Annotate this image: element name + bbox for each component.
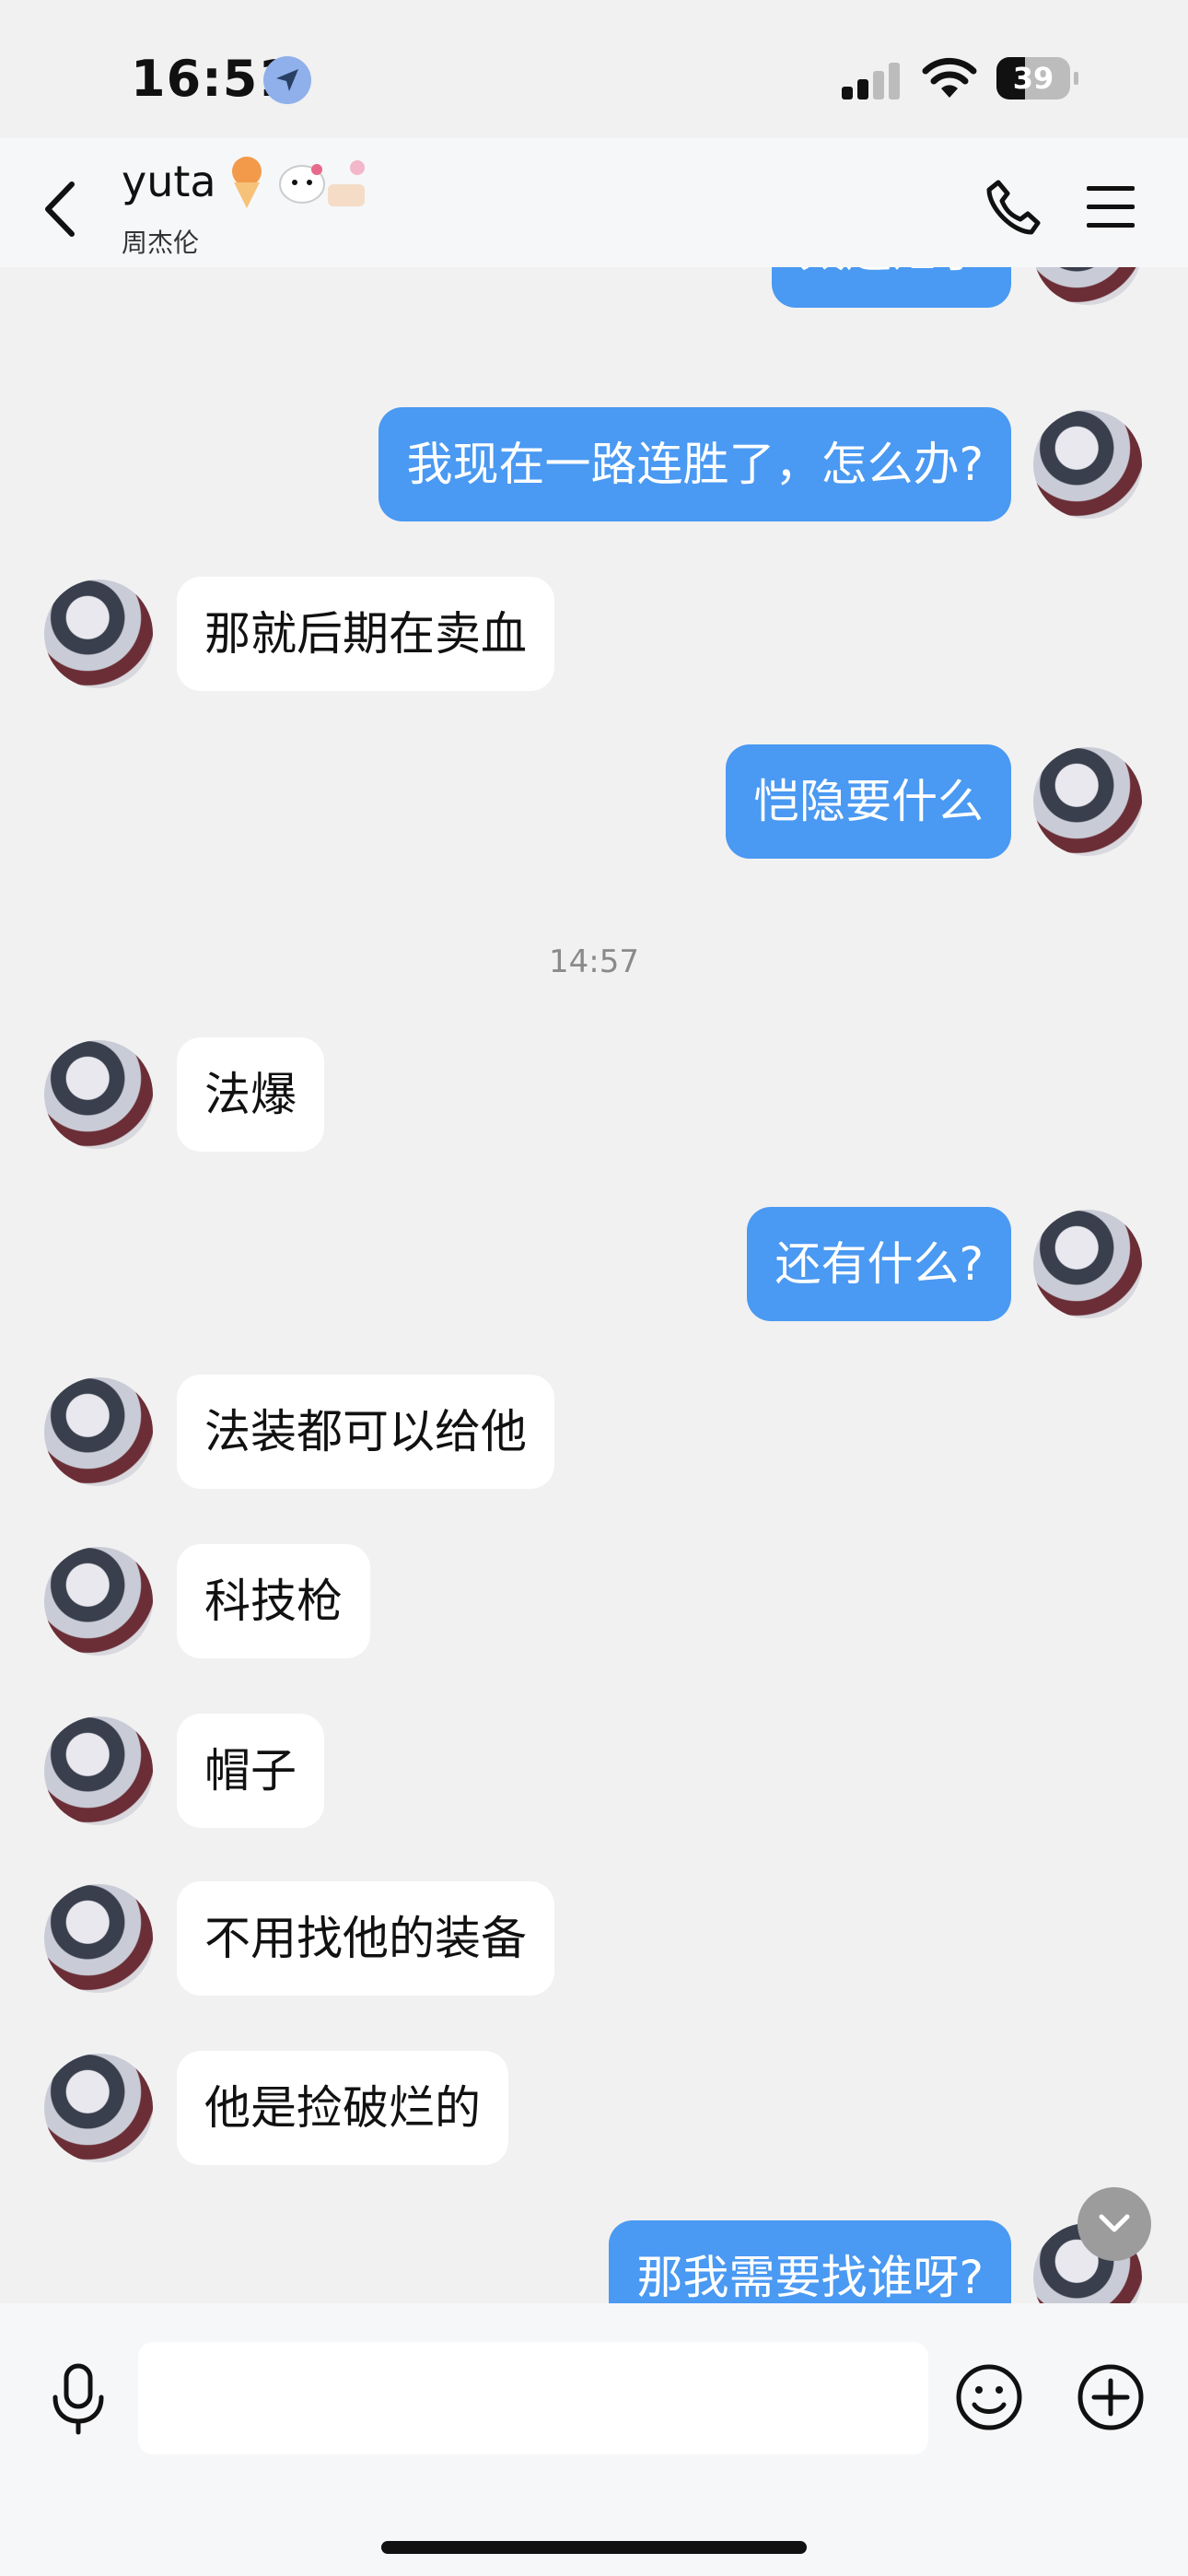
received-message: 法装都可以给他	[0, 1375, 1188, 1489]
avatar[interactable]	[44, 1547, 153, 1656]
phone-icon	[986, 180, 1041, 235]
avatar[interactable]	[1033, 747, 1142, 856]
home-indicator[interactable]	[381, 2541, 807, 2554]
plus-circle-icon	[1077, 2364, 1144, 2430]
message-bubble[interactable]: 我现在一路连胜了，怎么办?	[379, 407, 1011, 521]
status-bar: 16:51 39	[0, 0, 1188, 157]
message-bubble[interactable]: 帽子	[177, 1714, 324, 1828]
avatar[interactable]	[44, 1377, 153, 1486]
battery-level: 39	[1012, 61, 1054, 96]
scroll-to-bottom-button[interactable]	[1077, 2187, 1151, 2261]
message-bubble[interactable]: 法爆	[177, 1037, 324, 1152]
received-message: 科技枪	[0, 1544, 1188, 1658]
message-bubble[interactable]: 他是捡破烂的	[177, 2051, 508, 2165]
message-bubble[interactable]: 恺隐要什么	[726, 744, 1011, 859]
cellular-signal-icon	[842, 61, 901, 100]
avatar[interactable]	[44, 1716, 153, 1825]
microphone-icon	[52, 2363, 104, 2435]
call-button[interactable]	[985, 179, 1041, 240]
location-arrow-icon	[263, 56, 311, 104]
message-list[interactable]: 太迷茫了我现在一路连胜了，怎么办? 那就后期在卖血恺隐要什么 14:57 法爆还有什么…	[0, 267, 1188, 2303]
received-message: 那就后期在卖血	[0, 577, 1188, 691]
avatar[interactable]	[44, 580, 153, 688]
input-bar	[0, 2303, 1188, 2576]
contact-name[interactable]: yuta	[122, 157, 216, 206]
message-bubble[interactable]: 法装都可以给他	[177, 1375, 554, 1489]
message-bubble[interactable]: 太迷茫了	[772, 267, 1011, 308]
emoji-button[interactable]	[954, 2362, 1024, 2436]
sticker-decoration-icon	[232, 157, 365, 208]
received-message: 他是捡破烂的	[0, 2051, 1188, 2165]
message-input[interactable]	[138, 2342, 928, 2454]
avatar[interactable]	[1033, 410, 1142, 519]
avatar[interactable]	[44, 1040, 153, 1149]
received-message: 法爆	[0, 1037, 1188, 1152]
avatar[interactable]	[44, 2054, 153, 2162]
message-bubble[interactable]: 那就后期在卖血	[177, 577, 554, 691]
message-bubble[interactable]: 科技枪	[177, 1544, 370, 1658]
sent-message: 那我需要找谁呀?	[0, 2220, 1188, 2303]
sent-message: 我现在一路连胜了，怎么办?	[0, 407, 1188, 521]
received-message: 不用找他的装备	[0, 1881, 1188, 1996]
chevron-left-icon	[45, 181, 75, 237]
chat-header: yuta 周杰伦	[0, 138, 1188, 267]
avatar[interactable]	[1033, 1210, 1142, 1318]
sent-message: 太迷茫了	[0, 267, 1188, 308]
menu-button[interactable]	[1087, 186, 1135, 241]
sent-message: 还有什么?	[0, 1207, 1188, 1321]
avatar[interactable]	[44, 1884, 153, 1993]
contact-subtitle: 周杰伦	[122, 228, 200, 258]
emoji-icon	[956, 2364, 1022, 2430]
wifi-icon	[921, 55, 978, 103]
battery-icon: 39	[996, 57, 1079, 100]
avatar[interactable]	[1033, 267, 1142, 305]
message-bubble[interactable]: 不用找他的装备	[177, 1881, 554, 1996]
more-options-button[interactable]	[1076, 2362, 1146, 2436]
sent-message: 恺隐要什么	[0, 744, 1188, 859]
back-button[interactable]	[37, 177, 83, 241]
message-bubble[interactable]: 还有什么?	[747, 1207, 1011, 1321]
chevron-down-icon	[1099, 2214, 1130, 2232]
received-message: 帽子	[0, 1714, 1188, 1828]
message-bubble[interactable]: 那我需要找谁呀?	[609, 2220, 1011, 2303]
voice-button[interactable]	[48, 2362, 109, 2440]
timestamp: 14:57	[549, 943, 639, 980]
menu-icon	[1087, 186, 1135, 228]
